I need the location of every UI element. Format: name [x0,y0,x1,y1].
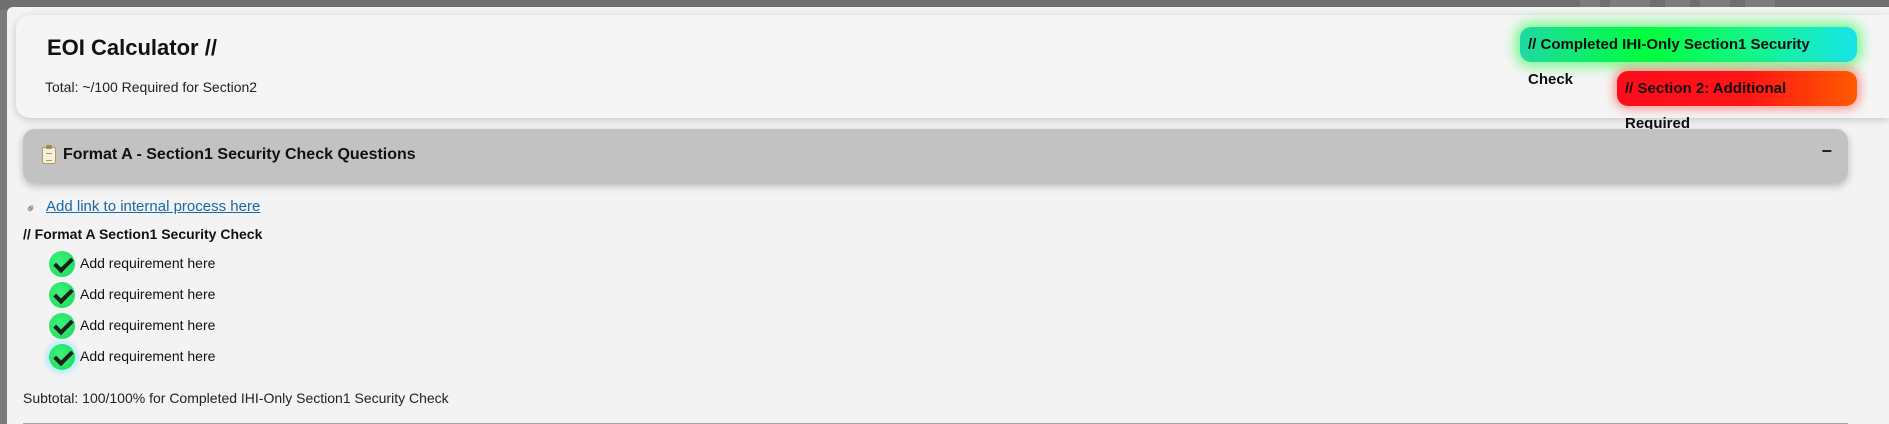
clipboard-icon [42,145,56,164]
subtotal-text: Subtotal: 100/100% for Completed IHI-Onl… [23,390,449,406]
requirement-label: Add requirement here [80,286,216,302]
collapse-toggle-icon[interactable]: − [1821,141,1832,162]
checkmark-checkbox[interactable] [49,251,75,277]
requirement-label: Add requirement here [80,255,216,271]
internal-process-link[interactable]: Add link to internal process here [46,198,260,215]
format-a-accordion-header[interactable]: Format A - Section1 Security Check Quest… [23,129,1848,183]
link-icon: ⚭ [21,199,41,218]
checkmark-checkbox[interactable] [49,282,75,308]
additional-required-badge[interactable]: // Section 2: Additional Required [1617,71,1857,132]
calculator-panel: EOI Calculator // Total: ~/100 Required … [7,7,1889,424]
header-card: EOI Calculator // Total: ~/100 Required … [16,15,1889,132]
checkmark-checkbox[interactable] [49,313,75,339]
completed-status-badge[interactable]: // Completed IHI-Only Section1 Security … [1520,27,1857,88]
requirement-label: Add requirement here [80,317,216,333]
total-summary: Total: ~/100 Required for Section2 [45,79,258,95]
page-title: EOI Calculator // [47,35,217,60]
internal-process-link-row: ⚭ Add link to internal process here [22,198,261,218]
requirement-label: Add requirement here [80,348,216,364]
section-heading: // Format A Section1 Security Check [23,226,263,242]
checkmark-checkbox[interactable] [49,344,75,370]
accordion-title: Format A - Section1 Security Check Quest… [63,146,416,163]
